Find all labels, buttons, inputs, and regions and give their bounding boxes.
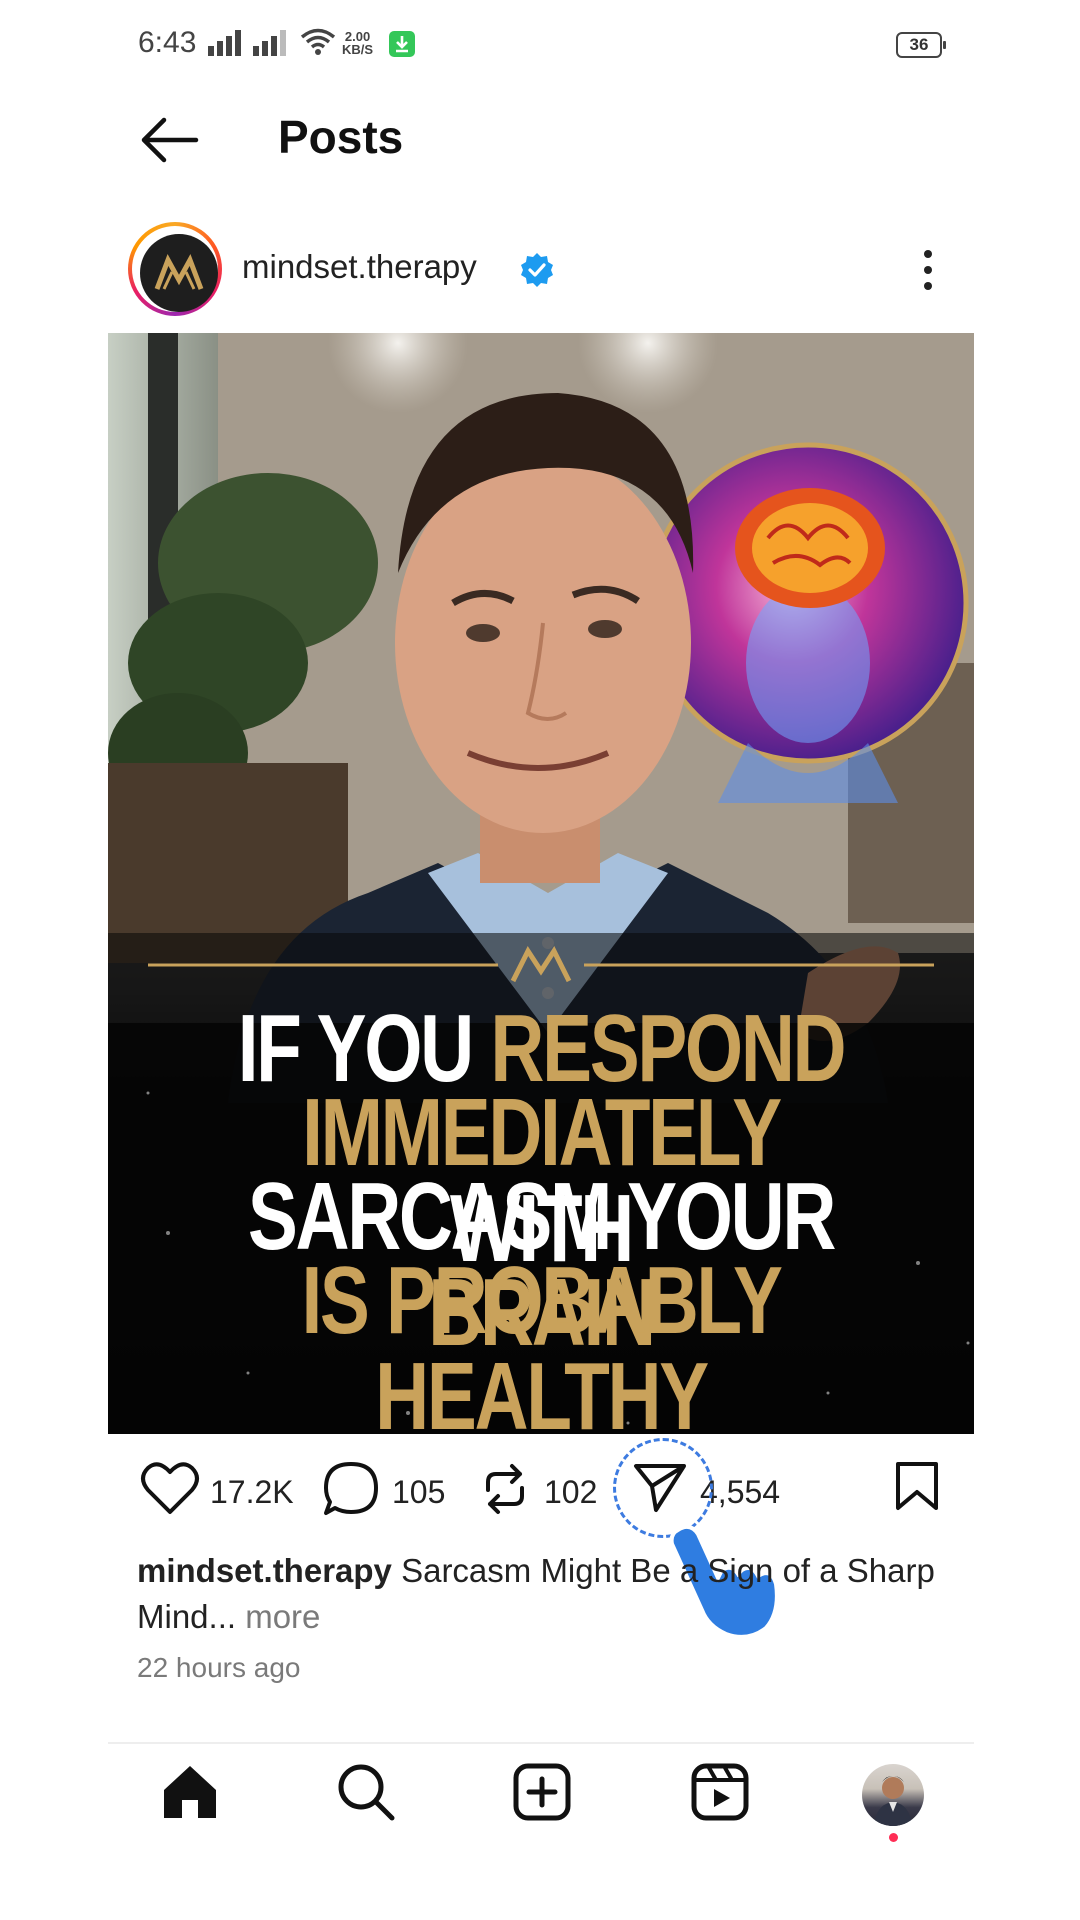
post-image[interactable]: IF YOU RESPOND IMMEDIATELY WITH SARCASM …	[108, 333, 974, 1434]
post-caption: mindset.therapy Sarcasm Might Be a Sign …	[137, 1548, 957, 1640]
battery-indicator: 36	[896, 32, 946, 58]
post-timestamp: 22 hours ago	[137, 1652, 301, 1683]
comment-icon[interactable]	[322, 1460, 380, 1518]
image-caption-line-4: IS PROBABLY HEALTHY	[203, 1253, 878, 1435]
wifi-icon	[300, 28, 336, 55]
status-time: 6:43	[138, 26, 197, 59]
like-icon[interactable]	[140, 1460, 200, 1516]
repost-count[interactable]: 102	[544, 1474, 597, 1511]
download-icon	[389, 31, 415, 57]
profile-avatar[interactable]	[862, 1764, 924, 1826]
like-count[interactable]: 17.2K	[210, 1474, 294, 1511]
logo-icon	[154, 254, 204, 290]
signal-icon-2	[253, 30, 286, 56]
network-speed: 2.00 KB/S	[342, 30, 373, 56]
reels-icon[interactable]	[690, 1762, 750, 1822]
network-speed-unit: KB/S	[342, 42, 374, 57]
status-bar: 6:43 2.00 KB/S 36	[0, 0, 1080, 90]
search-icon[interactable]	[336, 1762, 396, 1822]
repost-icon[interactable]	[480, 1460, 530, 1518]
caption-segment: IS PROBABLY HEALTHY	[301, 1247, 782, 1435]
back-button[interactable]	[138, 110, 200, 170]
more-options-icon[interactable]	[908, 246, 948, 294]
signal-icon	[208, 30, 241, 56]
save-icon[interactable]	[894, 1460, 940, 1512]
avatar-border	[132, 226, 218, 312]
profile-photo	[874, 1776, 912, 1826]
post-avatar[interactable]	[128, 222, 222, 316]
comment-count[interactable]: 105	[392, 1474, 445, 1511]
post-username[interactable]: mindset.therapy	[242, 248, 477, 286]
create-post-icon[interactable]	[512, 1762, 572, 1822]
nav-divider	[108, 1742, 974, 1744]
verified-badge-icon	[521, 253, 553, 287]
caption-more-link[interactable]: more	[236, 1598, 320, 1635]
notification-dot	[889, 1833, 898, 1842]
brand-logo	[140, 234, 218, 312]
page-title: Posts	[278, 111, 404, 163]
caption-username[interactable]: mindset.therapy	[137, 1552, 392, 1589]
home-icon[interactable]	[160, 1762, 220, 1822]
